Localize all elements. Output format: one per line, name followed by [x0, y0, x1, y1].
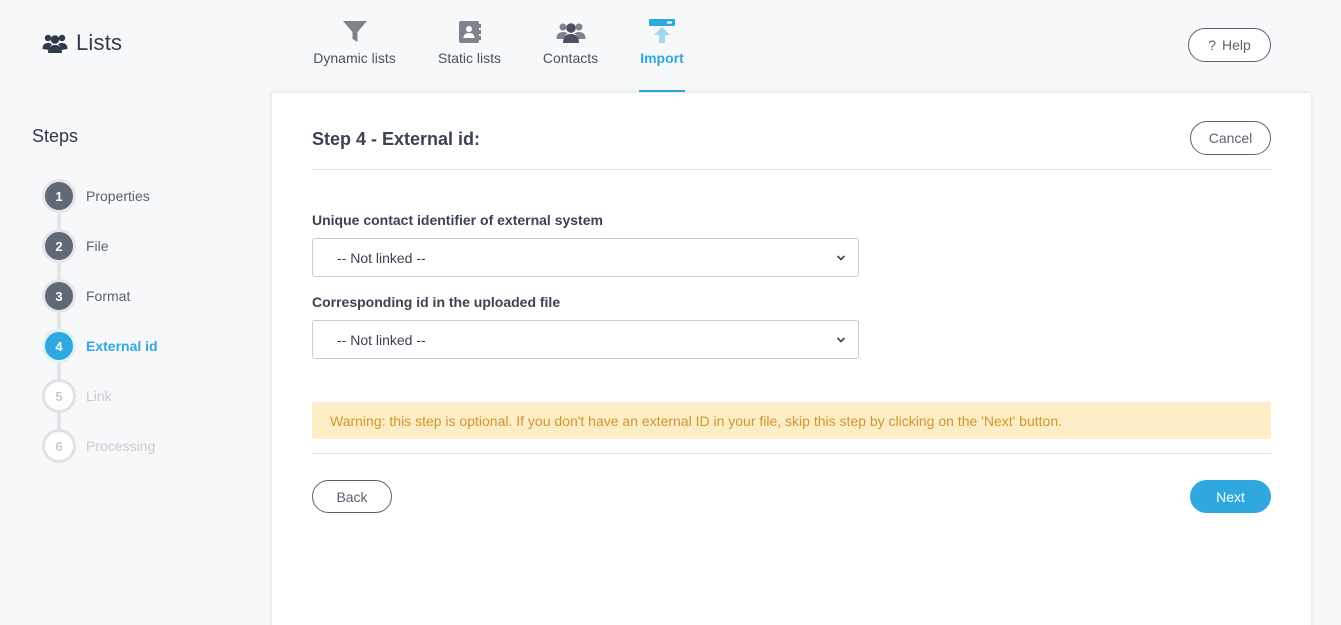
tab-contacts[interactable]: Contacts — [542, 18, 599, 92]
step-number: 2 — [42, 229, 76, 263]
select-value: -- Not linked -- — [337, 249, 426, 266]
chevron-down-icon — [836, 332, 846, 348]
tab-label: Contacts — [542, 50, 599, 66]
divider — [312, 169, 1271, 170]
external-system-id-select[interactable]: -- Not linked -- — [312, 238, 859, 277]
step-number: 3 — [42, 279, 76, 313]
step-label: Format — [86, 288, 131, 304]
step-number: 1 — [42, 179, 76, 213]
step-number: 4 — [42, 329, 76, 363]
tab-import[interactable]: Import — [639, 18, 685, 92]
tab-static-lists[interactable]: Static lists — [437, 18, 502, 92]
help-label: Help — [1222, 37, 1251, 53]
app-title: Lists — [42, 30, 122, 56]
external-system-id-label: Unique contact identifier of external sy… — [312, 212, 603, 228]
tab-label: Static lists — [437, 50, 501, 66]
uploaded-file-id-label: Corresponding id in the uploaded file — [312, 294, 561, 310]
step-label: Properties — [86, 188, 150, 204]
tab-dynamic-lists[interactable]: Dynamic lists — [312, 18, 397, 92]
chevron-down-icon — [836, 250, 846, 266]
step-link: 5 Link — [42, 379, 112, 413]
step-number: 6 — [42, 429, 76, 463]
step-processing: 6 Processing — [42, 429, 155, 463]
users-icon — [556, 18, 586, 44]
upload-icon — [648, 18, 676, 44]
select-value: -- Not linked -- — [337, 331, 426, 348]
step-number: 5 — [42, 379, 76, 413]
filter-icon — [342, 18, 368, 44]
question-icon: ? — [1208, 37, 1216, 53]
step-external-id[interactable]: 4 External id — [42, 329, 158, 363]
step-label: Processing — [86, 438, 156, 454]
steps-title: Steps — [32, 126, 79, 146]
main-panel: Step 4 - External id: Cancel Unique cont… — [272, 93, 1311, 625]
tab-label: Import — [640, 50, 684, 66]
step-file[interactable]: 2 File — [42, 229, 109, 263]
uploaded-file-id-select[interactable]: -- Not linked -- — [312, 320, 859, 359]
warning-alert: Warning: this step is optional. If you d… — [312, 402, 1271, 439]
step-label: File — [86, 238, 109, 254]
users-icon — [42, 32, 68, 54]
divider — [312, 453, 1271, 454]
page-title: Lists — [76, 30, 123, 55]
contact-book-icon — [458, 18, 482, 44]
step-label: External id — [86, 338, 158, 354]
back-button[interactable]: Back — [312, 480, 392, 513]
step-format[interactable]: 3 Format — [42, 279, 130, 313]
help-button[interactable]: ? Help — [1188, 28, 1271, 62]
step-title: Step 4 - External id: — [312, 129, 481, 149]
step-label: Link — [86, 388, 112, 404]
cancel-button[interactable]: Cancel — [1190, 121, 1271, 155]
next-button[interactable]: Next — [1190, 480, 1271, 513]
tab-label: Dynamic lists — [313, 50, 396, 66]
step-properties[interactable]: 1 Properties — [42, 179, 150, 213]
